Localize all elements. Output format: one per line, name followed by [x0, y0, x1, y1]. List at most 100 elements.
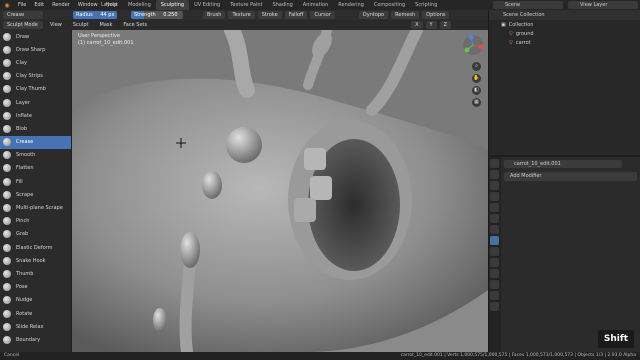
mesh-object-icon: ▽	[509, 30, 513, 37]
brush-icon	[3, 45, 11, 54]
camera-icon[interactable]: ◧	[472, 86, 481, 95]
scene-tab-icon[interactable]	[490, 203, 499, 212]
perspective-grid-icon[interactable]: ▦	[472, 98, 481, 107]
tool-crease[interactable]: Crease	[0, 135, 71, 149]
tool-pinch[interactable]: Pinch	[0, 215, 71, 228]
material-tab-icon[interactable]	[490, 291, 499, 300]
texture-tab-icon[interactable]	[490, 302, 499, 311]
tool-inflate[interactable]: Inflate	[0, 109, 71, 122]
blender-window: ◉ File Edit Render Window Help Layout Mo…	[0, 0, 640, 360]
strength-label: Strength	[134, 12, 156, 18]
data-tab-icon[interactable]	[490, 280, 499, 289]
tab-compositing[interactable]: Compositing	[369, 0, 410, 10]
brush-icon	[3, 32, 11, 41]
tab-animation[interactable]: Animation	[298, 0, 334, 10]
navigation-gizmo[interactable]	[462, 34, 484, 56]
tool-clay[interactable]: Clay	[0, 56, 71, 69]
mask-menu[interactable]: Mask	[96, 21, 117, 29]
tool-boundary[interactable]: Boundary	[0, 333, 71, 346]
tab-shading[interactable]: Shading	[267, 0, 297, 10]
object-tab-icon[interactable]	[490, 225, 499, 234]
tool-layer[interactable]: Layer	[0, 96, 71, 109]
texture-menu[interactable]: Texture	[228, 11, 255, 19]
strength-value: 0.250	[163, 12, 178, 18]
tool-label: Rotate	[16, 310, 33, 317]
tool-grab[interactable]: Grab	[0, 228, 71, 241]
outliner-item[interactable]: ▽ ground	[489, 29, 640, 38]
render-tab-icon[interactable]	[490, 170, 499, 179]
viewport-header: Sculpt Mode View Sculpt Mask Face Sets X…	[0, 20, 488, 30]
viewport-info: User Perspective (1) carrot_10_edit.001	[78, 33, 134, 47]
tool-slide-relax[interactable]: Slide Relax	[0, 320, 71, 333]
tool-thumb[interactable]: Thumb	[0, 267, 71, 280]
tool-fill[interactable]: Fill	[0, 175, 71, 188]
view-menu[interactable]: View	[46, 21, 66, 29]
view-layer-selector[interactable]: View Layer	[568, 1, 638, 9]
tab-rendering[interactable]: Rendering	[333, 0, 369, 10]
symmetry-z-toggle[interactable]: Z	[439, 21, 452, 29]
tool-flatten[interactable]: Flatten	[0, 162, 71, 175]
brush-menu[interactable]: Brush	[203, 11, 226, 19]
face-sets-menu[interactable]: Face Sets	[119, 21, 151, 29]
menu-render[interactable]: Render	[48, 2, 74, 8]
falloff-menu[interactable]: Falloff	[284, 11, 308, 19]
tool-blob[interactable]: Blob	[0, 122, 71, 135]
cursor-menu[interactable]: Cursor	[310, 11, 335, 19]
constraints-tab-icon[interactable]	[490, 269, 499, 278]
symmetry-x-toggle[interactable]: X	[411, 21, 423, 29]
radius-value: 44 px	[100, 12, 115, 18]
symmetry-y-toggle[interactable]: Y	[425, 21, 437, 29]
tool-clay-strips[interactable]: Clay Strips	[0, 70, 71, 83]
stroke-menu[interactable]: Stroke	[257, 11, 282, 19]
remesh-menu[interactable]: Remesh	[391, 11, 420, 19]
menu-file[interactable]: File	[14, 2, 30, 8]
strength-slider[interactable]: Strength 0.250	[131, 11, 183, 19]
particles-tab-icon[interactable]	[490, 247, 499, 256]
tool-label: Crease	[16, 139, 34, 146]
world-tab-icon[interactable]	[490, 214, 499, 223]
tool-rotate[interactable]: Rotate	[0, 307, 71, 320]
dyntopo-menu[interactable]: Dyntopo	[358, 11, 389, 19]
brush-icon	[3, 217, 11, 226]
tool-elastic-deform[interactable]: Elastic Deform	[0, 241, 71, 254]
outliner-item[interactable]: ▽ carrot	[489, 38, 640, 47]
brush-selector[interactable]: Crease	[3, 11, 43, 19]
tool-snake-hook[interactable]: Snake Hook	[0, 254, 71, 267]
radius-slider[interactable]: Radius 44 px	[73, 11, 117, 19]
tab-modeling[interactable]: Modeling	[123, 0, 156, 10]
tool-smooth[interactable]: Smooth	[0, 149, 71, 162]
menu-edit[interactable]: Edit	[30, 2, 48, 8]
tab-sculpting[interactable]: Sculpting	[155, 0, 190, 10]
pan-hand-icon[interactable]: ✋	[472, 74, 481, 83]
tool-clay-thumb[interactable]: Clay Thumb	[0, 83, 71, 96]
tool-draw-sharp[interactable]: Draw Sharp	[0, 43, 71, 56]
add-modifier-button[interactable]: Add Modifier	[504, 172, 637, 181]
tool-pose[interactable]: Pose	[0, 281, 71, 294]
tab-texture-paint[interactable]: Texture Paint	[225, 0, 267, 10]
zoom-icon[interactable]: ⌕	[472, 62, 481, 71]
tool-label: Flatten	[16, 165, 34, 172]
outliner-item[interactable]: ▣ Collection	[489, 20, 640, 29]
3d-viewport[interactable]: User Perspective (1) carrot_10_edit.001 …	[72, 30, 488, 352]
sculpt-tool-panel: Draw Draw Sharp Clay Clay Strips Clay Thumb L…	[0, 30, 72, 352]
blender-logo-icon[interactable]: ◉	[0, 2, 14, 9]
view-layer-tab-icon[interactable]	[490, 192, 499, 201]
tool-tab-icon[interactable]	[490, 159, 499, 168]
object-name-field[interactable]: carrot_10_edit.001	[504, 160, 622, 168]
tab-layout[interactable]: Layout	[96, 0, 123, 10]
radius-label: Radius	[76, 12, 93, 18]
modifier-wrench-icon[interactable]	[490, 236, 499, 245]
sculpt-menu[interactable]: Sculpt	[69, 21, 93, 29]
options-menu[interactable]: Options	[422, 11, 450, 19]
mode-selector[interactable]: Sculpt Mode	[3, 21, 43, 29]
tool-nudge[interactable]: Nudge	[0, 294, 71, 307]
tab-scripting[interactable]: Scripting	[410, 0, 442, 10]
output-tab-icon[interactable]	[490, 181, 499, 190]
tab-uv-editing[interactable]: UV Editing	[189, 0, 225, 10]
brush-icon	[3, 309, 11, 318]
tool-scrape[interactable]: Scrape	[0, 188, 71, 201]
tool-multi-plane-scrape[interactable]: Multi-plane Scrape	[0, 201, 71, 214]
scene-selector[interactable]: Scene	[493, 1, 563, 9]
tool-draw[interactable]: Draw	[0, 30, 71, 43]
physics-tab-icon[interactable]	[490, 258, 499, 267]
